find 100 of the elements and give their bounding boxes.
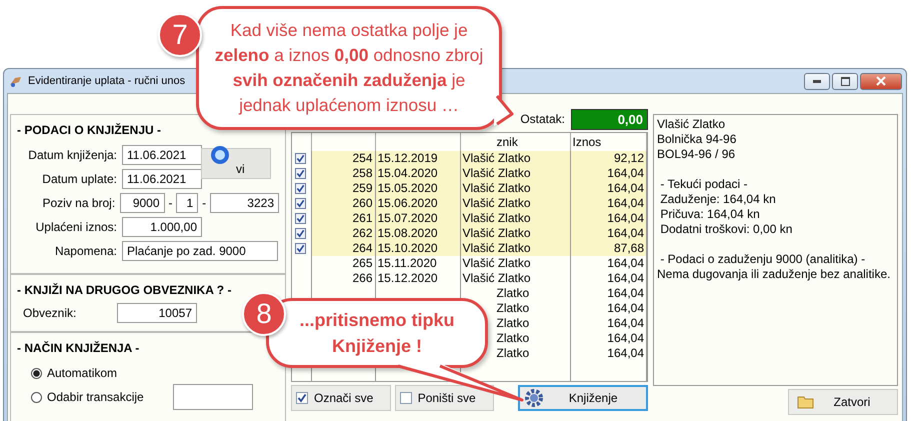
table-cell: 260 — [352, 196, 372, 210]
field-label: Ostatak: — [520, 112, 565, 126]
close-icon — [876, 76, 886, 86]
radio-label[interactable]: Odabir transakcije — [47, 390, 144, 404]
column-header[interactable]: znik — [462, 135, 518, 149]
input-field[interactable]: 1 — [176, 193, 198, 213]
info-text: - Podaci o zaduženju 9000 (analitika) - — [659, 252, 866, 267]
info-text: Bolnička 94-96 — [657, 132, 738, 147]
section-heading: - PODACI O KNJIŽENJU - — [17, 123, 162, 137]
table-cell: 264 — [352, 241, 372, 255]
callout-text: ...pritisnemo tipku Knjiženje ! — [298, 309, 456, 358]
field-label: Uplaćeni iznos: — [34, 220, 117, 234]
table-cell: 164,04 — [607, 166, 644, 180]
input-field[interactable]: 3223 — [210, 193, 279, 213]
callout-text: Kad više nema ostatka polje je zeleno a iznos 0,00 odnosno zbroj svih označenih zaduženja je jednak uplaćenom iznosu … — [214, 19, 484, 117]
table-cell: 15.12.2020 — [378, 271, 438, 285]
table-cell-text: Zlatko — [496, 316, 530, 330]
info-text: - Tekući podaci - — [659, 177, 748, 192]
table-cell: 164,04 — [607, 286, 644, 300]
table-cell: 15.10.2020 — [378, 241, 438, 255]
table-cell: 15.04.2020 — [378, 166, 438, 180]
table-cell: 164,04 — [607, 181, 644, 195]
window-title: Evidentiranje uplata - ručni unos — [28, 75, 186, 87]
table-cell: Vlašić Zlatko — [462, 256, 531, 270]
table-cell: 164,04 — [607, 301, 644, 315]
new-button[interactable]: vi — [201, 148, 271, 179]
step-number-badge: 7 — [158, 13, 202, 57]
input-field[interactable] — [172, 384, 253, 410]
radio-label[interactable]: Automatikom — [47, 366, 118, 380]
folder-icon — [797, 395, 815, 409]
input-field[interactable]: Plaćanje po zad. 9000 — [122, 241, 278, 261]
table-cell: 265 — [352, 256, 372, 270]
table-cell: Vlašić Zlatko — [462, 181, 531, 195]
row-checkbox[interactable] — [295, 168, 306, 180]
table-cell: Vlašić Zlatko — [462, 226, 531, 240]
row-checkbox[interactable] — [295, 183, 306, 194]
table-cell: 15.12.2019 — [378, 151, 438, 165]
info-text: Dodatni troškovi: 0,00 kn — [659, 222, 794, 237]
date-field[interactable]: 11.06.2021 — [122, 145, 202, 165]
table-cell: 164,04 — [607, 316, 644, 330]
table-cell: 15.07.2020 — [378, 211, 438, 225]
remainder-field: 0,00 — [571, 108, 648, 130]
table-cell: 266 — [352, 271, 372, 285]
row-checkbox[interactable] — [295, 243, 306, 254]
field-label: Datum uplate: — [41, 172, 117, 186]
table-cell: Vlašić Zlatko — [462, 271, 531, 285]
table-cell: 164,04 — [607, 211, 644, 225]
table-cell-text: Zlatko — [496, 331, 530, 345]
table-cell: 164,04 — [607, 331, 644, 345]
table-cell: Vlašić Zlatko — [462, 196, 531, 210]
minimize-button[interactable] — [804, 72, 830, 90]
row-checkbox[interactable] — [295, 153, 306, 164]
checked-box-icon — [296, 392, 308, 404]
field-label: Datum knjiženja: — [27, 148, 117, 162]
field-label: Napomena: — [54, 244, 117, 258]
table-cell: 15.06.2020 — [378, 196, 438, 210]
gear-icon — [524, 388, 544, 408]
table-cell: Vlašić Zlatko — [462, 241, 531, 255]
input-field[interactable]: 10057 — [117, 303, 197, 323]
info-text: Zaduženje: 164,04 kn — [659, 192, 777, 207]
date-field[interactable]: 11.06.2021 — [122, 169, 202, 189]
maximize-button[interactable] — [832, 72, 858, 90]
info-text: Vlašić Zlatko — [657, 117, 726, 132]
column-header[interactable]: Iznos — [572, 135, 602, 149]
table-cell: 254 — [352, 151, 372, 165]
table-cell: 262 — [352, 226, 372, 240]
table-cell: 164,04 — [607, 196, 644, 210]
uncheck-all-button[interactable]: Poništi sve — [394, 385, 494, 411]
table-cell: Vlašić Zlatko — [462, 151, 531, 165]
field-label: Obveznik: — [23, 306, 78, 320]
info-text: Nema dugovanja ili zaduženje bez analitike. — [657, 267, 892, 282]
row-checkbox[interactable] — [295, 198, 306, 210]
info-text: BOL94-96 / 96 — [657, 147, 736, 162]
separator-text: - — [201, 196, 208, 210]
table-cell: 92,12 — [614, 151, 644, 165]
radio-button[interactable] — [31, 392, 42, 402]
row-checkbox[interactable] — [295, 213, 306, 224]
table-cell: 258 — [352, 166, 372, 180]
field-label: Poziv na broj: — [41, 196, 116, 210]
info-text: Pričuva: 164,04 kn — [659, 207, 761, 222]
row-checkbox[interactable] — [295, 228, 306, 240]
table-cell: 164,04 — [607, 346, 644, 360]
input-field[interactable]: 9000 — [120, 193, 165, 213]
input-field[interactable]: 1.000,00 — [122, 217, 202, 237]
close-dialog-button[interactable]: Zatvori — [788, 389, 898, 415]
table-cell: 164,04 — [607, 256, 644, 270]
section-heading: - NAČIN KNJIŽENJA - — [17, 341, 140, 355]
close-button[interactable] — [860, 72, 902, 90]
check-all-button[interactable]: Označi sve — [291, 385, 391, 411]
table-cell: 15.08.2020 — [378, 226, 438, 240]
table-cell: 87,68 — [614, 241, 644, 255]
post-button[interactable]: Knjiženje — [518, 385, 648, 411]
table-cell-text: Zlatko — [496, 301, 530, 315]
radio-button[interactable] — [31, 368, 42, 378]
separator-text: - — [168, 196, 174, 210]
circle-icon — [210, 145, 230, 165]
table-cell: 15.05.2020 — [378, 181, 438, 195]
table-cell: 259 — [352, 181, 372, 195]
table-cell: 164,04 — [607, 271, 644, 285]
table-cell: Vlašić Zlatko — [462, 211, 531, 225]
